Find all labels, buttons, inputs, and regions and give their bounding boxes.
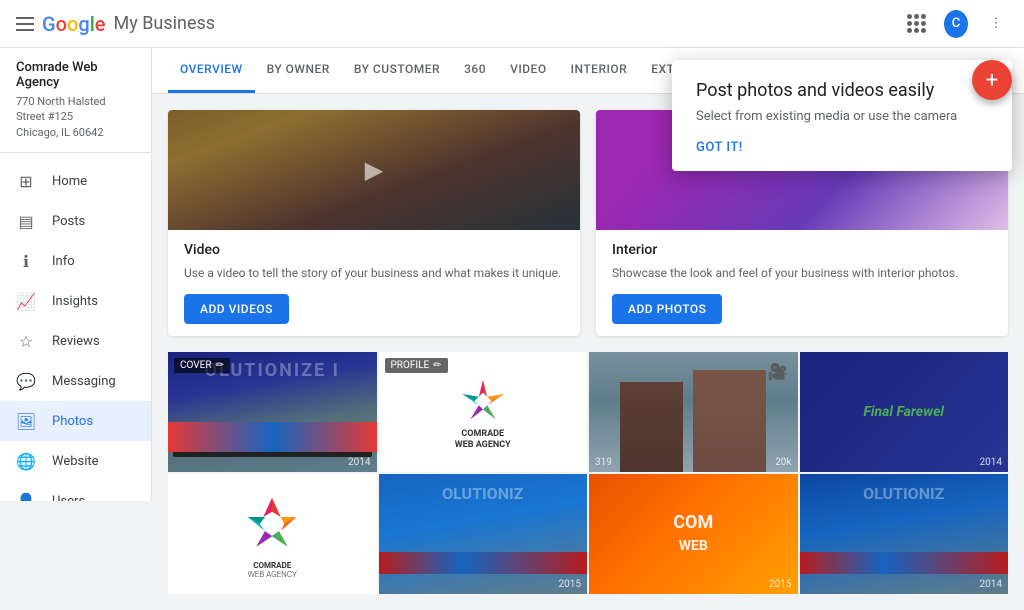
tab-video[interactable]: VIDEO <box>498 48 559 93</box>
comrade-large-star <box>237 489 307 559</box>
tab-by-owner[interactable]: BY OWNER <box>255 48 342 93</box>
sidebar-item-posts[interactable]: ▤ Posts <box>0 201 151 241</box>
info-icon: ℹ <box>16 251 36 271</box>
photo-year-5: 2014 <box>348 579 370 590</box>
photo-cover-train[interactable]: OLUTIONIZE I COVER ✏ 2014 <box>168 352 377 472</box>
photo-profile-logo[interactable]: COMRADEWEB AGENCY PROFILE ✏ 2014 <box>379 352 588 472</box>
profile-edit-icon: ✏ <box>433 360 441 371</box>
business-address: 770 North Halsted Street #125Chicago, IL… <box>0 94 151 144</box>
tab-interior[interactable]: INTERIOR <box>559 48 640 93</box>
sidebar-label-reviews: Reviews <box>52 334 100 349</box>
comrade-star-svg <box>455 373 511 429</box>
interior-card-body: Interior Showcase the look and feel of y… <box>596 230 1008 336</box>
topbar-right: C ⋮ <box>904 12 1008 36</box>
google-wordmark: Google <box>42 12 106 36</box>
edit-icon: ✏ <box>216 360 224 371</box>
photo-train3-bg: OLUTIONIZ <box>800 474 1009 594</box>
photo-comrade-large[interactable]: COMRADEWEB AGENCY 2014 <box>168 474 377 594</box>
sidebar-item-home[interactable]: ⊞ Home <box>0 161 151 201</box>
hamburger-icon[interactable] <box>16 17 34 31</box>
popup-title: Post photos and videos easily <box>696 80 988 101</box>
profile-badge-text: PROFILE <box>391 360 430 371</box>
sidebar-item-photos[interactable]: 🖼 Photos <box>0 401 151 441</box>
topbar: Google My Business C ⋮ <box>0 0 1024 48</box>
add-photos-button[interactable]: ADD PHOTOS <box>612 294 722 324</box>
farewell-text: Final Farewel <box>863 404 944 420</box>
photo-com-web[interactable]: COMWEB 2015 <box>589 474 798 594</box>
photo-year-8: 2014 <box>980 579 1002 590</box>
sidebar-item-messaging[interactable]: 💬 Messaging <box>0 361 151 401</box>
tab-overview[interactable]: OVERVIEW <box>168 48 255 93</box>
business-name: Comrade Web Agency <box>0 48 151 94</box>
topbar-left: Google My Business <box>16 12 215 36</box>
cover-badge: COVER ✏ <box>174 358 230 373</box>
sidebar-item-users[interactable]: 👤 Users <box>0 481 151 501</box>
sidebar-item-info[interactable]: ℹ Info <box>0 241 151 281</box>
photo-building[interactable]: 🎥 319 20k <box>589 352 798 472</box>
sidebar-label-website: Website <box>52 454 99 469</box>
sidebar-label-home: Home <box>52 174 87 189</box>
photo-comrade-large-bg: COMRADEWEB AGENCY <box>168 474 377 594</box>
sidebar-label-info: Info <box>52 254 75 269</box>
photo-year-7: 2015 <box>769 579 791 590</box>
photo-grid: OLUTIONIZE I COVER ✏ 2014 <box>168 352 1008 594</box>
sidebar-label-photos: Photos <box>52 414 93 429</box>
sidebar-label-messaging: Messaging <box>52 374 116 389</box>
photo-year-1: 2014 <box>348 457 370 468</box>
more-options-icon[interactable]: ⋮ <box>984 12 1008 36</box>
sidebar-item-website[interactable]: 🌐 Website <box>0 441 151 481</box>
content-area: Video Use a video to tell the story of y… <box>152 94 1024 610</box>
account-icon[interactable]: C <box>944 12 968 36</box>
sidebar-item-reviews[interactable]: ☆ Reviews <box>0 321 151 361</box>
website-icon: 🌐 <box>16 451 36 471</box>
interior-card-desc: Showcase the look and feel of your busin… <box>612 264 992 282</box>
sidebar: Comrade Web Agency 770 North Halsted Str… <box>0 48 152 501</box>
user-avatar[interactable]: C <box>944 10 968 38</box>
sidebar-item-insights[interactable]: 📈 Insights <box>0 281 151 321</box>
tab-360[interactable]: 360 <box>452 48 498 93</box>
sidebar-divider-top <box>0 152 151 153</box>
sidebar-label-insights: Insights <box>52 294 98 309</box>
home-icon: ⊞ <box>16 171 36 191</box>
photo-views-3: 319 <box>595 457 612 468</box>
photo-train2-bg: OLUTIONIZ <box>379 474 588 594</box>
upload-card-video: Video Use a video to tell the story of y… <box>168 110 580 336</box>
photo-farewell[interactable]: Final Farewel 2014 <box>800 352 1009 472</box>
video-card-desc: Use a video to tell the story of your bu… <box>184 264 564 282</box>
fab-add-button[interactable]: + <box>972 60 1012 100</box>
popup-subtitle: Select from existing media or use the ca… <box>696 109 988 124</box>
photo-train2[interactable]: OLUTIONIZ 2015 <box>379 474 588 594</box>
photo-farewell-bg: Final Farewel <box>800 352 1009 472</box>
users-icon: 👤 <box>16 491 36 501</box>
photo-train3[interactable]: OLUTIONIZ 2014 <box>800 474 1009 594</box>
photo-orange-bg: COMWEB <box>589 474 798 594</box>
messaging-icon: 💬 <box>16 371 36 391</box>
video-thumbnail <box>168 110 580 230</box>
photo-year-6: 2015 <box>559 579 581 590</box>
cover-badge-text: COVER <box>180 360 212 371</box>
posts-icon: ▤ <box>16 211 36 231</box>
my-business-label: My Business <box>114 13 216 34</box>
photos-icon: 🖼 <box>16 411 36 431</box>
profile-badge: PROFILE ✏ <box>385 358 448 373</box>
got-it-button[interactable]: GOT IT! <box>696 140 988 155</box>
photo-building-bg: 🎥 <box>589 352 798 472</box>
video-card-body: Video Use a video to tell the story of y… <box>168 230 580 336</box>
reviews-icon: ☆ <box>16 331 36 351</box>
sidebar-label-users: Users <box>52 494 85 501</box>
grid-apps-icon[interactable] <box>904 12 928 36</box>
add-videos-button[interactable]: ADD VIDEOS <box>184 294 289 324</box>
post-photos-popup: Post photos and videos easily Select fro… <box>672 60 1012 171</box>
photo-year-3: 20k <box>775 457 791 468</box>
sidebar-label-posts: Posts <box>52 214 85 229</box>
google-logo: Google My Business <box>42 12 215 36</box>
tab-by-customer[interactable]: BY CUSTOMER <box>342 48 452 93</box>
insights-icon: 📈 <box>16 291 36 311</box>
photo-year-4: 2014 <box>980 457 1002 468</box>
video-card-title: Video <box>184 242 564 258</box>
photo-year-2: 2014 <box>559 457 581 468</box>
interior-card-title: Interior <box>612 242 992 258</box>
video-thumb-bg <box>168 110 580 230</box>
